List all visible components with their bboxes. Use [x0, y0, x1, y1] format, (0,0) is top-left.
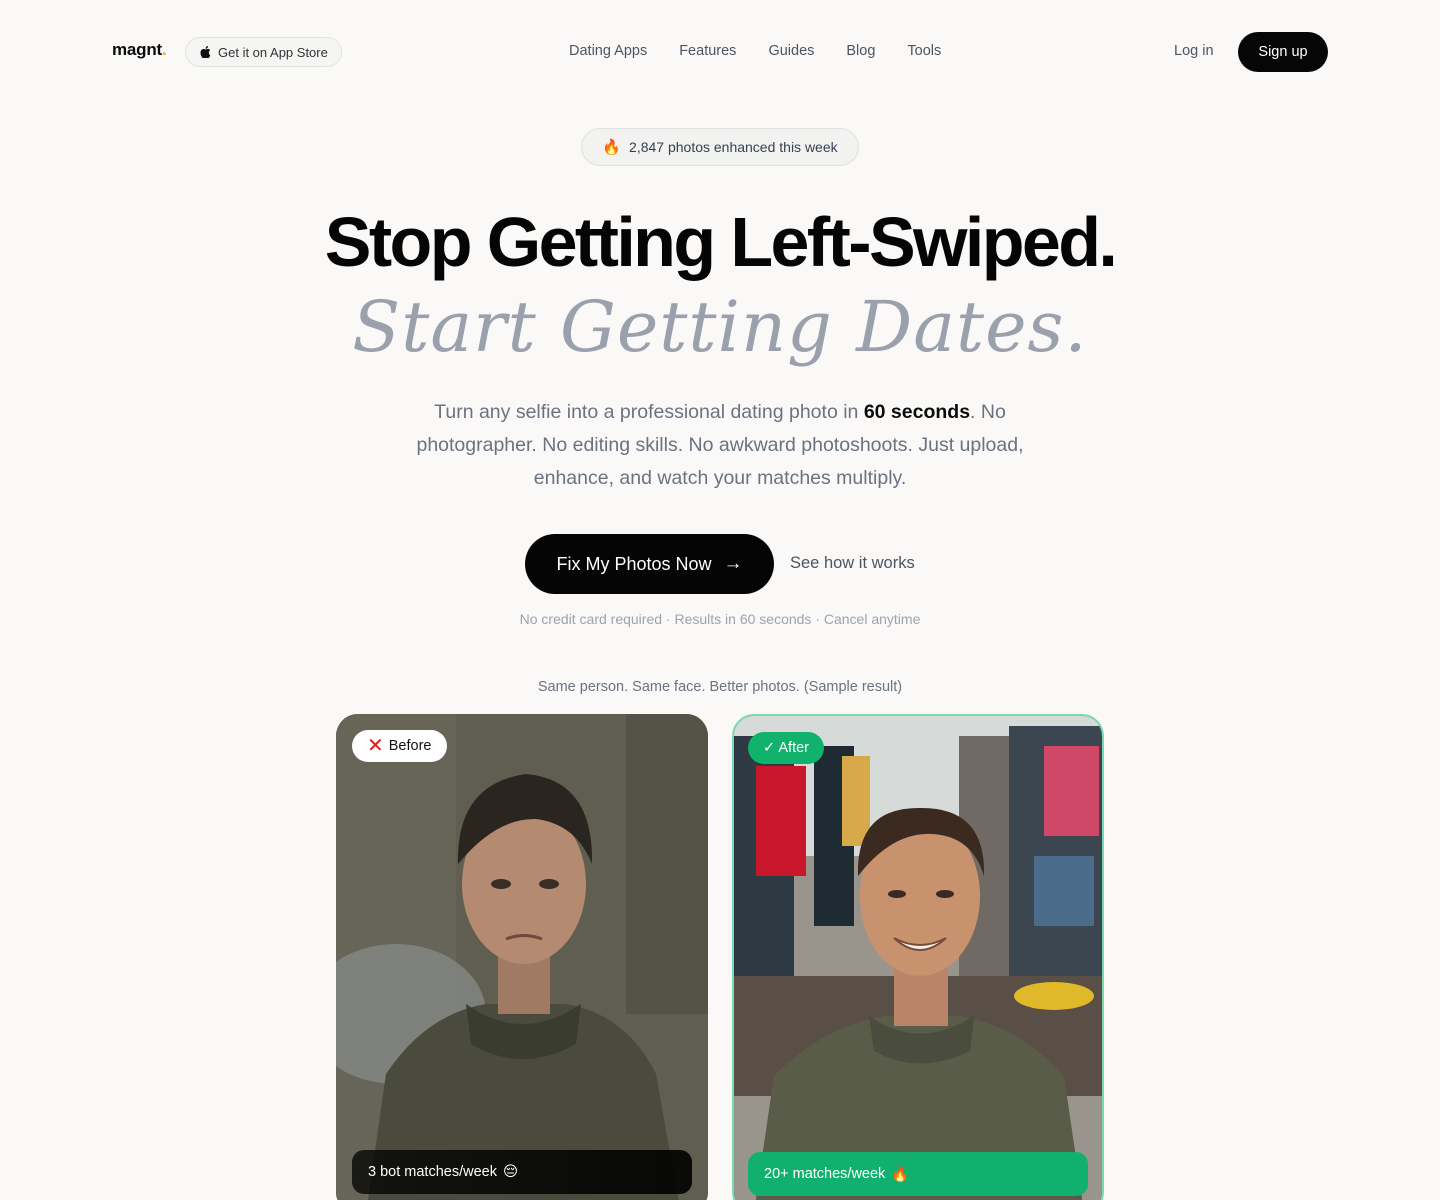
before-stat: 3 bot matches/week 😔: [352, 1150, 692, 1194]
before-badge-label: Before: [388, 738, 432, 754]
pensive-face-icon: 😔: [502, 1164, 519, 1180]
login-link[interactable]: Log in: [1174, 43, 1214, 59]
signup-button[interactable]: Sign up: [1238, 32, 1328, 72]
before-photo: [336, 714, 708, 1200]
apple-icon: [200, 46, 211, 58]
fire-icon: 🔥: [891, 1166, 910, 1183]
app-store-button[interactable]: Get it on App Store: [185, 37, 342, 67]
x-mark-icon: ✕: [367, 735, 384, 757]
app-store-label: Get it on App Store: [218, 44, 328, 60]
after-badge: ✓ After: [748, 732, 824, 764]
after-photo: [734, 716, 1102, 1200]
after-photo-card: ✓ After 20+ matches/week 🔥: [732, 714, 1104, 1200]
before-stat-label: 3 bot matches/week: [368, 1164, 497, 1180]
hero-headline-italic: Start Getting Dates.: [352, 286, 1088, 368]
nav-item-tools[interactable]: Tools: [907, 43, 941, 59]
sub-emphasis: 60 seconds: [863, 401, 971, 423]
social-proof-text: 2,847 photos enhanced this week: [629, 139, 838, 155]
fine-print: No credit card required · Results in 60 …: [519, 611, 921, 627]
hero-headline: Stop Getting Left-Swiped.: [324, 203, 1118, 281]
cta-label: Fix My Photos Now: [556, 553, 712, 574]
nav-item-blog[interactable]: Blog: [846, 43, 875, 59]
arrow-right-icon: →: [723, 553, 743, 574]
before-badge: ✕ Before: [352, 730, 447, 762]
before-photo-card: ✕ Before 3 bot matches/week 😔: [336, 714, 708, 1200]
social-proof-pill: 🔥 2,847 photos enhanced this week: [581, 128, 859, 166]
fire-icon: 🔥: [602, 139, 622, 156]
nav-item-dating-apps[interactable]: Dating Apps: [569, 43, 647, 59]
see-how-link[interactable]: See how it works: [790, 554, 915, 573]
after-stat: 20+ matches/week 🔥: [748, 1152, 1088, 1196]
site-header: magnt. Get it on App Store Dating Apps F…: [0, 0, 1440, 104]
nav-item-guides[interactable]: Guides: [768, 43, 814, 59]
comparison-caption: Same person. Same face. Better photos. (…: [537, 679, 903, 695]
main-nav: Dating Apps Features Guides Blog Tools: [569, 43, 941, 59]
fix-photos-button[interactable]: Fix My Photos Now →: [525, 534, 774, 594]
nav-item-features[interactable]: Features: [679, 43, 736, 59]
after-stat-label: 20+ matches/week: [764, 1166, 886, 1182]
hero-subtitle: Turn any selfie into a professional dati…: [416, 401, 1024, 489]
logo[interactable]: magnt.: [112, 40, 167, 60]
